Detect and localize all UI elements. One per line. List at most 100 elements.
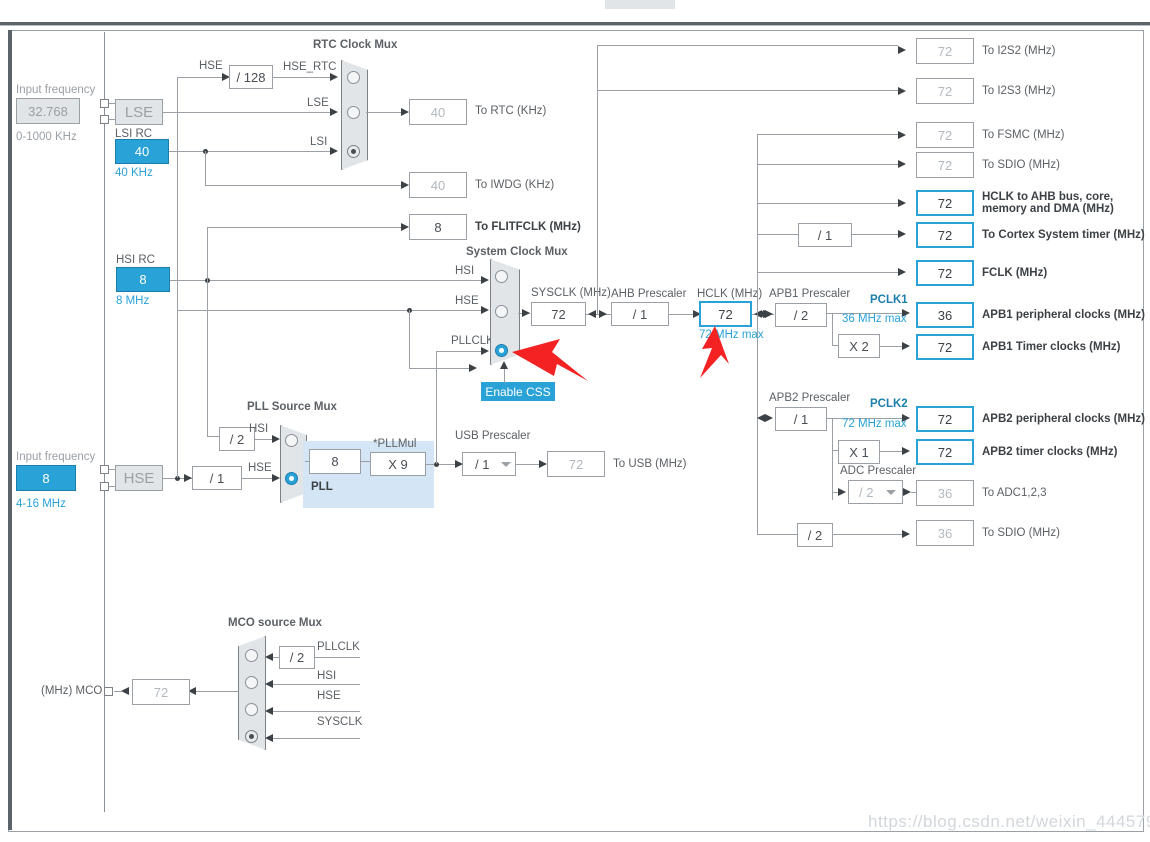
lse-oscillator-block[interactable]: LSE [115, 99, 163, 125]
pllmul-caption: *PLLMul [373, 438, 417, 450]
ahb-prescaler-select[interactable]: / 1 [611, 302, 669, 326]
top-divider [0, 22, 1150, 26]
apb1-timer-label: APB1 Timer clocks (MHz) [982, 341, 1121, 353]
mco-pllclk-divider: / 2 [279, 646, 315, 669]
pllmux-radio-hsi[interactable] [285, 434, 298, 447]
mco-radio-pllclk[interactable] [245, 649, 258, 662]
lse-pin-top [100, 99, 109, 108]
hse-input-frequency-range: 4-16 MHz [16, 498, 66, 510]
sysmux-input-hsi-label: HSI [455, 265, 475, 277]
apb2-timer-multiplier: X 1 [838, 440, 880, 464]
mco-value: 72 [132, 679, 190, 705]
rtc-mux-radio-lse[interactable] [347, 106, 360, 119]
mco-input-pllclk-label: PLLCLK [317, 641, 360, 653]
fclk-label: FCLK (MHz) [982, 267, 1048, 279]
rtc-mux-radio-lsi[interactable] [347, 145, 360, 158]
pllmux-input-hse-label: HSE [248, 462, 272, 474]
top-tab-stub [605, 0, 675, 9]
mco-pin [104, 687, 113, 696]
to-sdio-top-value: 72 [916, 152, 974, 178]
apb2-timer-value: 72 [916, 439, 974, 465]
sysmux-radio-pllclk[interactable] [495, 344, 508, 357]
to-adc-label: To ADC1,2,3 [982, 487, 1047, 499]
to-i2s2-label: To I2S2 (MHz) [982, 45, 1056, 57]
hse-pin-bottom [100, 482, 109, 491]
pllmul-value[interactable]: X 9 [370, 452, 426, 476]
apb2-peripheral-value: 72 [916, 406, 974, 432]
to-adc-value: 36 [916, 480, 974, 506]
apb2-peripheral-label: APB2 peripheral clocks (MHz) [982, 413, 1145, 425]
apb2-prescaler-select[interactable]: / 1 [775, 407, 827, 431]
mco-out-label: (MHz) MCO [41, 685, 103, 697]
lsi-rc-unit: 40 KHz [115, 167, 153, 179]
sysmux-input-pllclk-label: PLLCLK [451, 335, 494, 347]
hse-input-frequency-field[interactable]: 8 [16, 465, 76, 491]
rtc-hse-label: HSE [199, 60, 223, 72]
enable-css-button[interactable]: Enable CSS [481, 382, 555, 401]
mco-source-mux-title: MCO source Mux [228, 617, 322, 629]
to-usb-label: To USB (MHz) [613, 458, 687, 470]
mco-input-hse-label: HSE [317, 690, 341, 702]
pclk1-label: PCLK1 [870, 294, 908, 306]
cortex-systick-prescaler[interactable]: / 1 [798, 223, 852, 247]
pllmux-input-hsi-label: HSI [249, 423, 269, 435]
to-flitfclk-value: 8 [409, 214, 467, 240]
to-flitfclk-label: To FLITFCLK (MHz) [475, 221, 581, 233]
adc-chevron-down-icon[interactable] [886, 490, 896, 495]
apb2-prescaler-caption: APB2 Prescaler [769, 392, 851, 404]
to-sdio-top-label: To SDIO (MHz) [982, 159, 1060, 171]
sysclk-value: 72 [531, 302, 586, 326]
usb-prescaler-caption: USB Prescaler [455, 430, 531, 442]
hclk-ahb-value: 72 [916, 190, 974, 216]
rtc-mux-input-lse-label: LSE [307, 97, 329, 109]
clock-configuration-canvas: Input frequency 32.768 0-1000 KHz Input … [0, 0, 1150, 842]
pllmux-radio-hse[interactable] [285, 472, 298, 485]
cortex-systick-label: To Cortex System timer (MHz) [982, 229, 1145, 241]
apb1-max-label: 36 MHz max [842, 313, 907, 325]
hclk-ahb-label: HCLK to AHB bus, core, memory and DMA (M… [982, 191, 1114, 215]
lsi-rc-field[interactable]: 40 [115, 139, 169, 164]
apb1-peripheral-value: 36 [916, 302, 974, 328]
sdio-prescaler: / 2 [797, 523, 833, 547]
mco-input-hsi-label: HSI [317, 670, 337, 682]
pll-source-mux-title: PLL Source Mux [247, 401, 337, 413]
to-sdio-bottom-label: To SDIO (MHz) [982, 527, 1060, 539]
rtc-hse-divider[interactable]: / 128 [229, 65, 273, 89]
lse-input-frequency-field[interactable]: 32.768 [16, 98, 80, 124]
hsi-rc-caption: HSI RC [116, 254, 155, 266]
hclk-value: 72 [699, 301, 752, 327]
hse-oscillator-block[interactable]: HSE [115, 465, 163, 491]
lse-input-frequency-range: 0-1000 KHz [16, 131, 77, 143]
sysmux-radio-hsi[interactable] [495, 270, 508, 283]
to-rtc-value: 40 [409, 99, 467, 125]
mco-radio-sysclk[interactable] [245, 730, 258, 743]
rtc-clock-mux-title: RTC Clock Mux [313, 39, 398, 51]
apb2-max-label: 72 MHz max [842, 418, 907, 430]
to-i2s3-label: To I2S3 (MHz) [982, 85, 1056, 97]
lse-input-frequency-caption: Input frequency [16, 84, 96, 96]
apb1-prescaler-select[interactable]: / 2 [775, 303, 827, 327]
to-iwdg-label: To IWDG (KHz) [475, 179, 555, 191]
apb1-peripheral-label: APB1 peripheral clocks (MHz) [982, 309, 1145, 321]
hsi-rc-field[interactable]: 8 [116, 267, 170, 292]
hclk-max-label: 72 MHz max [699, 329, 764, 341]
sysclk-caption: SYSCLK (MHz) [531, 287, 611, 299]
pll-source-hse-divider[interactable]: / 1 [192, 466, 242, 490]
mco-radio-hsi[interactable] [245, 676, 258, 689]
mco-radio-hse[interactable] [245, 703, 258, 716]
hse-input-frequency-caption: Input frequency [16, 451, 96, 463]
hse-pin-top [100, 465, 109, 474]
lse-pin-bottom [100, 115, 109, 124]
pclk2-label: PCLK2 [870, 398, 908, 410]
pll-input-value: 8 [309, 449, 361, 474]
adc-prescaler-caption: ADC Prescaler [840, 465, 917, 477]
ahb-prescaler-caption: AHB Prescaler [611, 288, 687, 300]
mco-input-sysclk-label: SYSCLK [317, 716, 363, 728]
rtc-mux-radio-hse-rtc[interactable] [347, 71, 360, 84]
sysmux-input-hse-label: HSE [455, 295, 479, 307]
watermark: https://blog.csdn.net/weixin_44457994 [868, 812, 1150, 831]
chevron-down-icon[interactable] [501, 462, 511, 467]
sysmux-radio-hse[interactable] [495, 305, 508, 318]
hsi-rc-unit: 8 MHz [116, 295, 150, 307]
to-i2s2-value: 72 [916, 38, 974, 64]
